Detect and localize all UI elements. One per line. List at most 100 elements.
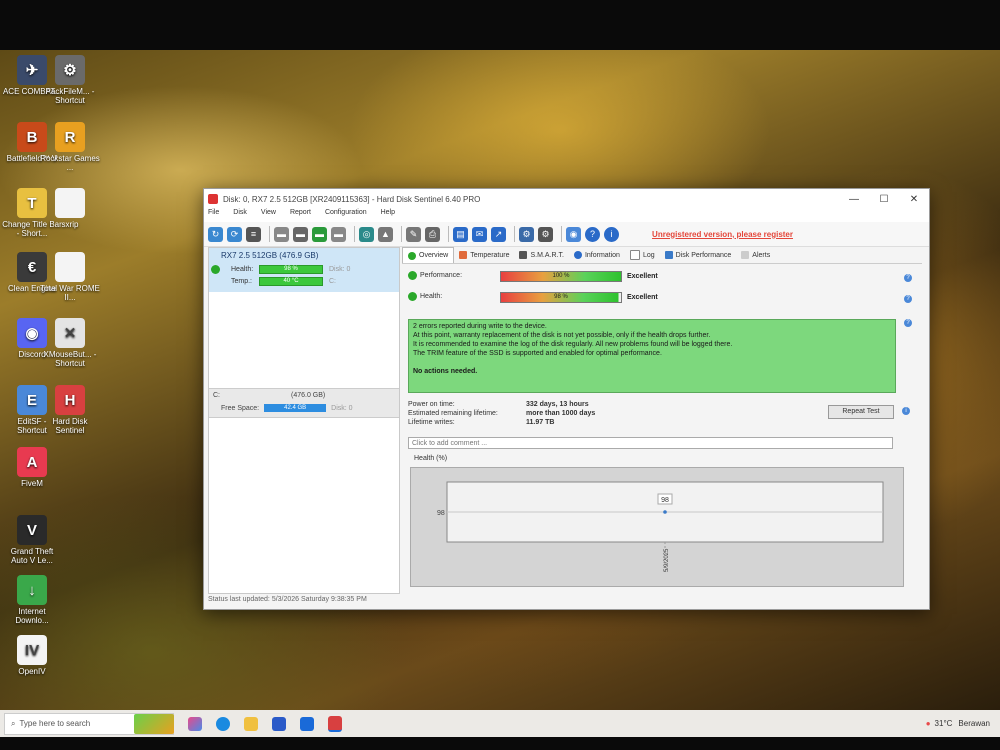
minimize-button[interactable]: — [839, 194, 869, 205]
tools-icon[interactable]: ✎ [406, 226, 421, 242]
menu-help[interactable]: Help [381, 209, 395, 222]
close-button[interactable]: ✕ [899, 194, 929, 205]
surface-test-icon[interactable]: ▬ [293, 226, 308, 242]
desktop-icon[interactable]: A FiveM [2, 447, 62, 488]
mail-icon[interactable] [300, 716, 314, 731]
repeat-test-button[interactable]: Repeat Test [828, 405, 894, 419]
remaining-label: Estimated remaining lifetime: [408, 410, 498, 417]
title-bar[interactable]: Disk: 0, RX7 2.5 512GB [XR2409115363] - … [204, 189, 929, 209]
chart-icon [664, 251, 673, 259]
power-on-row: Power on time: 332 days, 13 hours [408, 401, 589, 408]
tab-log[interactable]: Log [625, 247, 660, 263]
tab-smart[interactable]: S.M.A.R.T. [514, 247, 568, 263]
performance-row: Performance: [408, 271, 462, 280]
app-shortcut-icon [55, 188, 85, 218]
desktop-icon[interactable]: Total War ROME II... [40, 252, 100, 302]
status-message-box: 2 errors reported during write to the de… [408, 319, 896, 393]
message-line: 2 errors reported during write to the de… [413, 323, 547, 330]
volume-label: C: [213, 392, 220, 399]
check-icon [408, 271, 417, 280]
desktop-icon-label: XMouseBut... - Shortcut [43, 350, 97, 368]
menu-report[interactable]: Report [290, 209, 311, 222]
remaining-value: more than 1000 days [526, 410, 596, 417]
menu-view[interactable]: View [261, 209, 276, 222]
help-icon[interactable]: ? [585, 226, 600, 242]
health-bar: 98 % [500, 292, 622, 303]
app-shortcut-icon: ✕ [55, 318, 85, 348]
send-icon[interactable]: ↗ [491, 226, 506, 242]
desktop-icon[interactable]: sxrip [40, 188, 100, 229]
disk-tag: Disk: 0 [329, 266, 351, 273]
weather-desc[interactable]: Berawan [958, 719, 990, 728]
file-explorer-icon[interactable] [244, 716, 258, 731]
menu-disk[interactable]: Disk [233, 209, 247, 222]
tab-alerts[interactable]: Alerts [736, 247, 775, 263]
desktop-icon-label: Grand Theft Auto V Le... [10, 547, 54, 565]
menu-file[interactable]: File [208, 209, 219, 222]
log-icon [629, 250, 640, 260]
desktop-icon[interactable]: V Grand Theft Auto V Le... [2, 515, 62, 565]
tab-information[interactable]: Information [569, 247, 625, 263]
eject-icon[interactable]: ▲ [378, 226, 393, 242]
camera-icon[interactable]: ◉ [566, 226, 581, 242]
tab-overview[interactable]: Overview [402, 247, 455, 263]
writes-value: 11.97 TB [526, 419, 555, 426]
question-icon[interactable]: ? [904, 319, 912, 327]
weather-temp[interactable]: 31°C [935, 719, 953, 728]
comment-input[interactable]: Click to add comment ... [408, 437, 893, 449]
widget-icon[interactable] [134, 713, 174, 734]
maximize-button[interactable]: ☐ [869, 194, 899, 205]
rescan-icon[interactable]: ⟳ [227, 226, 242, 242]
test-icon[interactable]: ▬ [274, 226, 289, 242]
disk-tools-icon[interactable]: ▬ [331, 226, 346, 242]
check-icon [408, 292, 417, 301]
volume-item-c[interactable]: C: (476.0 GB) Free Space: 42.4 GB Disk: … [209, 388, 399, 418]
desktop-icon[interactable]: IV OpenIV [2, 635, 62, 676]
app-shortcut-icon: A [17, 447, 47, 477]
desktop-icon[interactable]: H Hard Disk Sentinel [40, 385, 100, 435]
chart-label: Health (%) [414, 455, 448, 462]
report-icon[interactable]: ▤ [453, 226, 468, 242]
desktop-icon-label: Rockstar Games ... [40, 154, 100, 172]
thermometer-icon [459, 251, 468, 259]
question-icon[interactable]: ? [904, 295, 912, 303]
edge-icon[interactable] [216, 716, 230, 731]
disk-list-icon[interactable]: ≡ [246, 226, 261, 242]
alert-icon [741, 251, 750, 259]
data-point[interactable] [663, 510, 667, 514]
tab-disk-performance[interactable]: Disk Performance [660, 247, 737, 263]
app-shortcut-icon: ↓ [17, 575, 47, 605]
volume-disk: Disk: 0 [331, 404, 353, 412]
temp-label: Temp.: [231, 278, 253, 285]
desktop-icon[interactable]: ✕ XMouseBut... - Shortcut [40, 318, 100, 368]
app-icon [208, 194, 218, 204]
copilot-icon[interactable] [188, 716, 202, 731]
remaining-row: Estimated remaining lifetime: more than 1… [408, 410, 595, 417]
message-line: The TRIM feature of the SSD is supported… [413, 350, 662, 357]
print-icon[interactable]: ⎙ [425, 226, 440, 242]
desktop-icon[interactable]: R Rockstar Games ... [40, 122, 100, 172]
email-icon[interactable]: ✉ [472, 226, 487, 242]
toolbar: ↻ ⟳ ≡ ▬ ▬ ▬ ▬ ◎ ▲ ✎ ⎙ ▤ ✉ ↗ ⚙ ⚙ ◉ ? i Un… [204, 222, 929, 247]
hard-disk-sentinel-taskbar-icon[interactable] [328, 715, 342, 732]
info-icon[interactable]: i [902, 407, 910, 415]
unregistered-link[interactable]: Unregistered version, please register [652, 230, 793, 239]
screen-top-bezel [0, 0, 1000, 50]
gear-icon[interactable]: ⚙ [519, 226, 534, 242]
refresh-icon[interactable]: ↻ [208, 226, 223, 242]
desktop-icon[interactable]: ⚙ PackFileM... - Shortcut [40, 55, 100, 105]
menu-configuration[interactable]: Configuration [325, 209, 367, 222]
desktop-icon[interactable]: ↓ Internet Downlo... [2, 575, 62, 625]
preferences-icon[interactable]: ⚙ [538, 226, 553, 242]
tab-temperature[interactable]: Temperature [454, 247, 514, 263]
globe-icon[interactable]: ◎ [359, 226, 374, 242]
temp-tag: C: [329, 278, 336, 285]
app-shortcut-icon: V [17, 515, 47, 545]
disk-icon [519, 251, 528, 259]
disk-ok-icon[interactable]: ▬ [312, 226, 327, 242]
store-icon[interactable] [272, 716, 286, 731]
writes-row: Lifetime writes: 11.97 TB [408, 419, 554, 426]
disk-item-rx7[interactable]: RX7 2.5 512GB (476.9 GB) Health: 98 % Di… [209, 248, 399, 292]
info-icon[interactable]: i [604, 226, 619, 242]
question-icon[interactable]: ? [904, 274, 912, 282]
